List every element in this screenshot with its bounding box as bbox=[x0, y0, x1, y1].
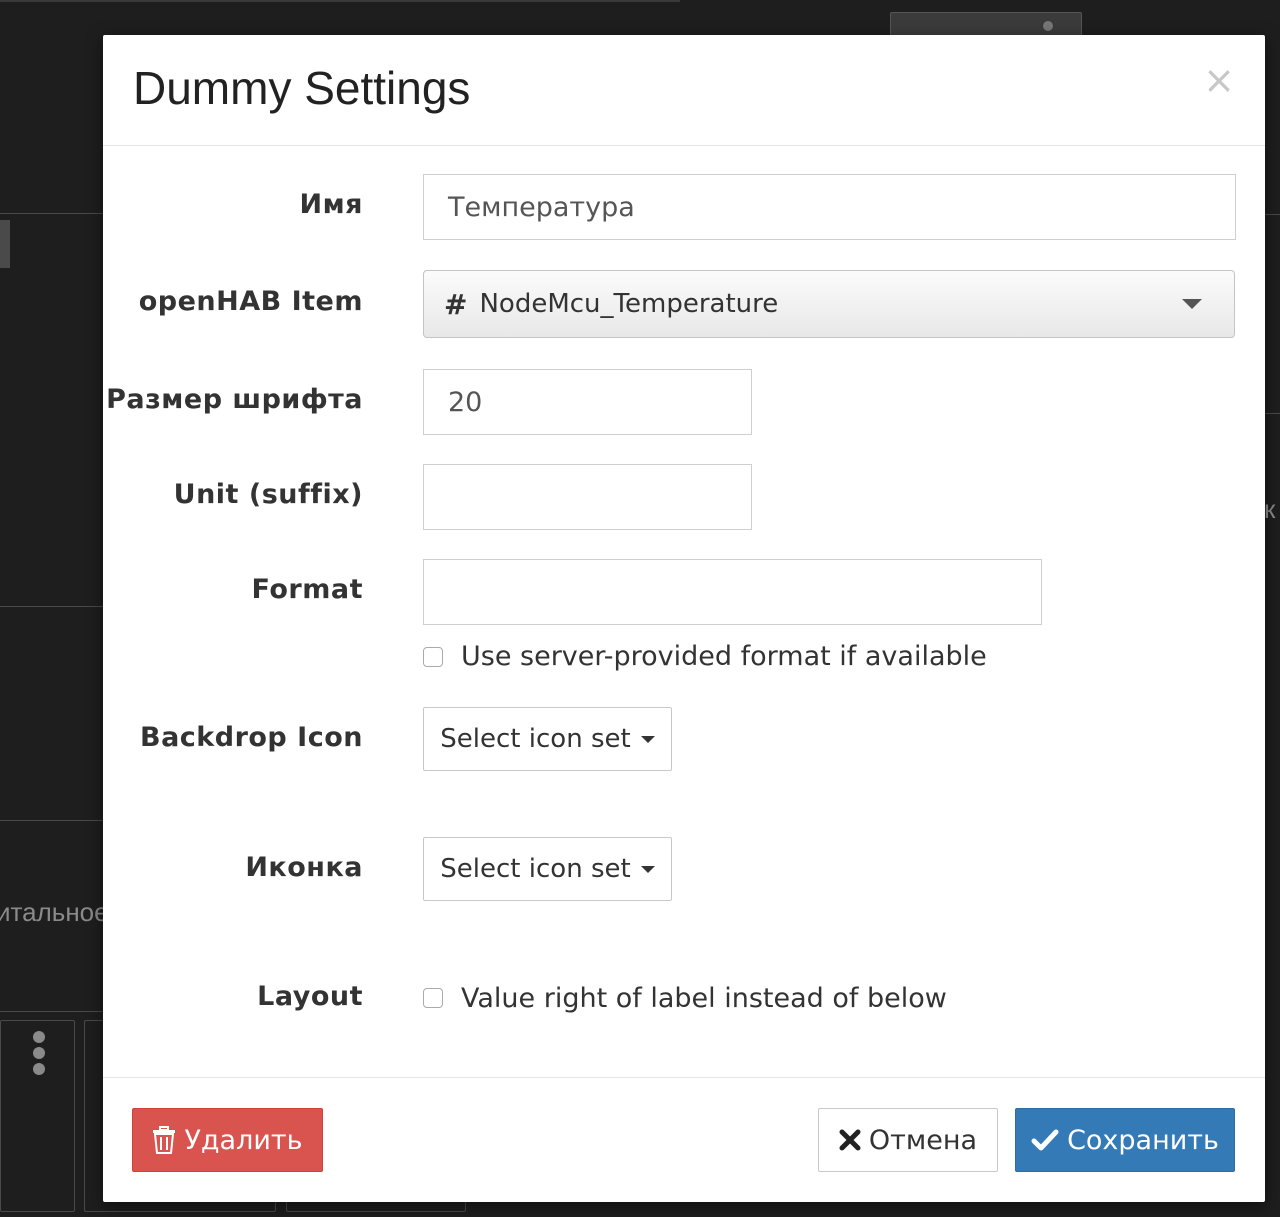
number-type-icon: # bbox=[444, 287, 468, 321]
item-label: openHAB Item bbox=[138, 286, 363, 317]
name-input[interactable]: Температура bbox=[423, 174, 1236, 240]
format-checkbox-label[interactable]: Use server-provided format if available bbox=[461, 641, 987, 672]
background-top-bar bbox=[0, 0, 680, 2]
item-select-value: NodeMcu_Temperature bbox=[479, 289, 779, 319]
layout-checkbox-row: Value right of label instead of below bbox=[423, 981, 947, 1015]
delete-button[interactable]: Удалить bbox=[132, 1108, 323, 1172]
icon-set-button[interactable]: Select icon set bbox=[423, 837, 672, 901]
unit-label: Unit (suffix) bbox=[173, 479, 363, 510]
modal-footer: Удалить Отмена Сохранить bbox=[103, 1077, 1265, 1203]
background-tile bbox=[0, 1020, 75, 1212]
caret-down-icon bbox=[640, 865, 655, 873]
modal-header: Dummy Settings × bbox=[103, 35, 1265, 146]
background-panel-tab bbox=[0, 220, 10, 268]
chevron-down-icon bbox=[1182, 299, 1202, 309]
caret-down-icon bbox=[640, 735, 655, 743]
save-button[interactable]: Сохранить bbox=[1015, 1108, 1235, 1172]
save-button-label: Сохранить bbox=[1067, 1124, 1219, 1156]
cancel-button-label: Отмена bbox=[868, 1124, 978, 1156]
format-checkbox-row: Use server-provided format if available bbox=[423, 641, 987, 672]
settings-modal: Dummy Settings × Имя Температура openHAB… bbox=[103, 35, 1265, 1202]
format-label: Format bbox=[251, 574, 363, 605]
check-icon bbox=[1031, 1128, 1059, 1152]
backdrop-icon-set-button[interactable]: Select icon set bbox=[423, 707, 672, 771]
format-input[interactable] bbox=[423, 559, 1042, 625]
more-vertical-icon bbox=[33, 1031, 45, 1079]
close-icon[interactable]: × bbox=[1203, 61, 1235, 99]
layout-checkbox-label[interactable]: Value right of label instead of below bbox=[461, 983, 947, 1014]
unit-input[interactable] bbox=[423, 464, 752, 530]
font-size-input[interactable]: 20 bbox=[423, 369, 752, 435]
widget-handle-icon bbox=[1043, 21, 1053, 31]
layout-checkbox[interactable] bbox=[423, 988, 443, 1008]
backdrop-label: Backdrop Icon bbox=[139, 722, 363, 753]
item-select[interactable]: # NodeMcu_Temperature bbox=[423, 270, 1235, 338]
delete-button-label: Удалить bbox=[184, 1124, 303, 1156]
background-partial-text: к bbox=[1264, 494, 1276, 524]
layout-label: Layout bbox=[257, 981, 363, 1012]
modal-title: Dummy Settings bbox=[133, 62, 471, 114]
font-size-label: Размер шрифта bbox=[106, 384, 363, 415]
cancel-button[interactable]: Отмена bbox=[818, 1108, 998, 1172]
backdrop-button-label: Select icon set bbox=[440, 724, 631, 754]
name-label: Имя bbox=[299, 189, 363, 220]
background-panel bbox=[1264, 214, 1280, 414]
icon-button-label: Select icon set bbox=[440, 854, 631, 884]
x-icon bbox=[839, 1129, 861, 1151]
icon-label: Иконка bbox=[245, 852, 363, 883]
background-panel bbox=[0, 213, 110, 607]
trash-icon bbox=[152, 1126, 176, 1154]
format-checkbox[interactable] bbox=[423, 646, 443, 667]
background-partial-text: итальное bbox=[0, 897, 109, 927]
